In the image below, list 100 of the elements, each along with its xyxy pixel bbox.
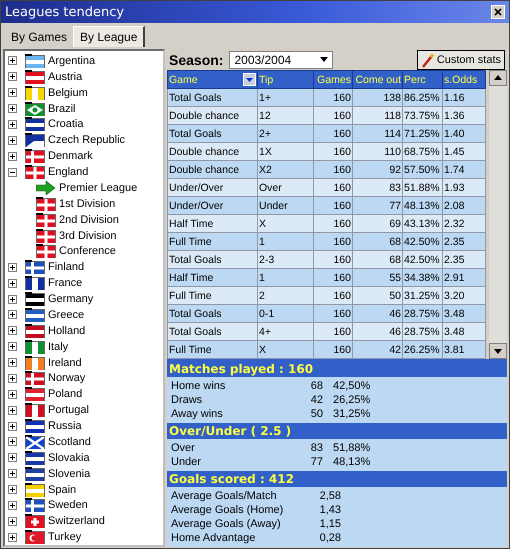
table-cell: 86.25%	[402, 88, 442, 106]
expand-icon[interactable]	[8, 262, 17, 272]
table-cell: 2.35	[442, 232, 486, 250]
tree-item[interactable]: Premier League	[59, 182, 138, 194]
tree-item[interactable]: Czech Republic	[48, 134, 126, 146]
table-cell: Total Goals	[168, 88, 258, 106]
tree-item[interactable]: Argentina	[48, 54, 96, 67]
tree-item[interactable]: Finland	[48, 261, 84, 274]
stat-value: 1,15	[318, 517, 341, 531]
expand-icon[interactable]	[8, 120, 17, 129]
table-cell: 138	[352, 88, 402, 106]
expand-icon[interactable]	[8, 326, 17, 336]
table-cell: Double chance	[168, 106, 258, 124]
tree-item[interactable]: Russia	[48, 420, 82, 432]
collapse-icon[interactable]	[8, 168, 17, 177]
expand-icon[interactable]	[8, 532, 17, 542]
tree-item[interactable]: Switzerland	[48, 515, 105, 528]
tree-item[interactable]: Norway	[48, 372, 86, 384]
table-cell: 42.50%	[402, 232, 442, 250]
table-cell: 55	[352, 268, 402, 286]
table-cell: 160	[314, 178, 352, 196]
dropdown-arrow-icon[interactable]	[320, 57, 328, 62]
expand-icon[interactable]	[8, 485, 17, 494]
flag-icon	[36, 228, 56, 243]
table-cell: 160	[314, 322, 352, 340]
tree-item[interactable]: Portugal	[48, 404, 89, 416]
tree-item[interactable]: Sweden	[48, 499, 88, 512]
tree-item[interactable]: Ireland	[48, 356, 82, 369]
tree-item[interactable]: Holland	[48, 324, 86, 337]
expand-icon[interactable]	[8, 152, 17, 161]
arrow-icon	[36, 180, 56, 195]
table-cell: 12	[258, 106, 314, 124]
tree-item[interactable]: Austria	[48, 70, 82, 83]
tree-item[interactable]: Conference	[59, 245, 116, 258]
expand-icon[interactable]	[8, 104, 17, 114]
tree-item[interactable]: Slovakia	[48, 452, 90, 464]
season-dropdown[interactable]: 2003/2004	[229, 50, 334, 68]
tree-item[interactable]: Poland	[48, 388, 82, 400]
expand-icon[interactable]	[8, 342, 17, 352]
tree-item[interactable]: 1st Division	[59, 198, 116, 210]
section-header: Matches played : 160	[167, 361, 507, 377]
window-title: Leagues tendency	[5, 4, 124, 20]
flag-icon	[36, 244, 56, 258]
expand-icon[interactable]	[8, 136, 17, 145]
tree-item[interactable]: Scotland	[48, 436, 91, 448]
expand-icon[interactable]	[8, 390, 17, 399]
tree-item[interactable]: Croatia	[48, 118, 84, 130]
column-header[interactable]: Game	[168, 70, 258, 88]
expand-icon[interactable]	[8, 72, 17, 82]
tree-item[interactable]: Slovenia	[48, 468, 90, 480]
tree-item[interactable]: Italy	[48, 340, 68, 353]
expand-icon[interactable]	[8, 374, 17, 383]
tree-item[interactable]: Brazil	[48, 102, 76, 115]
column-header[interactable]: Come out	[352, 70, 402, 88]
stat-count: 83	[310, 441, 323, 455]
tab[interactable]: By League	[73, 26, 146, 47]
column-header[interactable]: Games	[314, 70, 352, 88]
column-header[interactable]: Perc	[402, 70, 442, 88]
table-cell: Half Time	[168, 268, 258, 286]
expand-icon[interactable]	[8, 294, 17, 304]
tree-item[interactable]: Greece	[48, 308, 84, 321]
expand-icon[interactable]	[8, 500, 17, 510]
table-cell: 68	[352, 232, 402, 250]
column-header[interactable]: s.Odds	[442, 70, 486, 88]
tree-item[interactable]: England	[48, 166, 88, 178]
table-cell: 3.81	[442, 340, 486, 358]
scroll-down-icon[interactable]	[489, 343, 507, 359]
tree-item[interactable]: France	[48, 277, 82, 290]
expand-icon[interactable]	[8, 437, 17, 446]
table-cell: X	[258, 214, 314, 232]
expand-icon[interactable]	[8, 358, 17, 368]
expand-icon[interactable]	[8, 278, 17, 288]
expand-icon[interactable]	[8, 88, 17, 98]
tree-item[interactable]: 2nd Division	[59, 214, 119, 226]
tree-item[interactable]: Turkey	[48, 531, 82, 544]
table-cell: 71.25%	[402, 124, 442, 142]
column-header[interactable]: Tip	[258, 70, 314, 88]
expand-icon[interactable]	[8, 422, 17, 431]
expand-icon[interactable]	[8, 469, 17, 478]
tree-item[interactable]: Spain	[48, 484, 76, 496]
table-cell: 68.75%	[402, 142, 442, 160]
tree-item[interactable]: Belgium	[48, 86, 88, 99]
tree-item[interactable]: Germany	[48, 293, 94, 306]
table-cell: 160	[314, 106, 352, 124]
expand-icon[interactable]	[8, 56, 17, 66]
custom-stats-button[interactable]: Custom stats	[416, 50, 505, 70]
expand-icon[interactable]	[8, 516, 17, 526]
expand-icon[interactable]	[8, 406, 17, 415]
expand-icon[interactable]	[8, 310, 17, 320]
expand-icon[interactable]	[8, 453, 17, 462]
tree-item[interactable]: Denmark	[48, 150, 93, 162]
tree-item[interactable]: 3rd Division	[59, 230, 116, 242]
table-cell: 1	[258, 268, 314, 286]
table-cell: 69	[352, 214, 402, 232]
table-cell: Total Goals	[168, 124, 258, 142]
close-icon[interactable]	[491, 5, 505, 19]
scroll-up-icon[interactable]	[489, 70, 507, 86]
dropdown-icon[interactable]	[243, 73, 256, 86]
table-cell: Double chance	[168, 142, 258, 160]
scrollbar[interactable]	[489, 70, 507, 359]
